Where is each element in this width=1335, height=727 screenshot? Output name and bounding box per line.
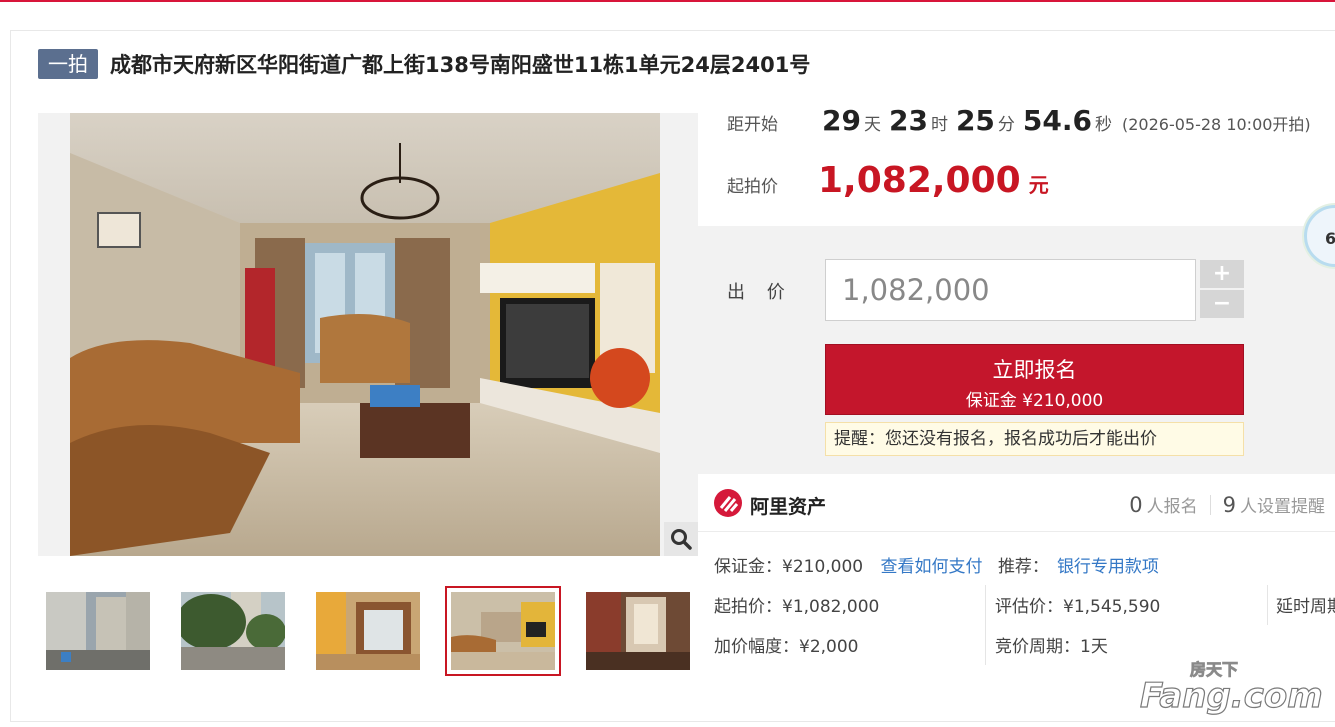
deposit-info: 保证金：¥210,000 查看如何支付 推荐： 银行专用款项	[714, 552, 1159, 577]
watermark-main-text: Fang.com	[1140, 676, 1323, 716]
thumbnail-5[interactable]	[586, 592, 690, 670]
reminder-count-label: 人设置提醒	[1240, 497, 1325, 517]
thumbnail-2[interactable]	[181, 592, 285, 670]
increase-bid-button[interactable]: +	[1200, 260, 1244, 288]
detail-increment: 加价幅度：¥2,000	[714, 637, 859, 657]
countdown-seconds-unit: 秒	[1095, 115, 1112, 135]
signup-button[interactable]: 立即报名 保证金 ¥210,000	[825, 344, 1244, 415]
bid-amount-input[interactable]: 1,082,000	[825, 259, 1196, 321]
detail-delay: 延时周期	[1276, 597, 1335, 617]
detail-start-price: 起拍价：¥1,082,000	[714, 597, 880, 617]
countdown-days: 29	[822, 104, 861, 137]
zoom-icon	[671, 529, 692, 550]
detail-divider-1	[985, 585, 986, 665]
countdown-minutes-unit: 分	[997, 115, 1015, 135]
starting-price-row: 起拍价 1,082,000 元	[727, 160, 1049, 204]
starting-price-label: 起拍价	[727, 177, 778, 197]
ali-logo-icon	[714, 489, 742, 517]
side-float-text: 6	[1325, 229, 1335, 248]
countdown-minutes: 25	[955, 104, 995, 137]
top-accent-line	[0, 0, 1335, 2]
decrease-bid-button[interactable]: −	[1200, 290, 1244, 318]
bid-box: 出 价 1,082,000 + − 立即报名 保证金 ¥210,000 提醒：您…	[698, 226, 1335, 474]
zoom-button[interactable]	[664, 522, 698, 556]
signup-count: 0	[1129, 493, 1143, 517]
thumbnail-3[interactable]	[316, 592, 420, 670]
countdown-seconds: 54.6	[1022, 104, 1092, 137]
page-title: 成都市天府新区华阳街道广都上街138号南阳盛世11栋1单元24层2401号	[110, 53, 811, 77]
countdown-row: 距开始 29 天 23 时 25 分 54.6 秒 (2026-05-28 10…	[727, 104, 1311, 140]
thumbnail-4[interactable]	[445, 586, 561, 676]
signup-count-label: 人报名	[1146, 497, 1198, 517]
starting-price-value: 1,082,000	[818, 160, 1021, 201]
main-photo[interactable]	[70, 113, 660, 556]
thumbnail-strip	[38, 586, 698, 676]
countdown-days-unit: 天	[863, 115, 881, 135]
countdown-hours: 23	[888, 104, 928, 137]
starting-price-unit: 元	[1028, 173, 1049, 197]
signup-stats: 0 人报名 9 人设置提醒	[1129, 492, 1325, 517]
countdown-label: 距开始	[727, 115, 778, 135]
signup-notice: 提醒：您还没有报名，报名成功后才能出价	[825, 422, 1244, 456]
main-image-viewer[interactable]	[38, 113, 698, 556]
bid-label: 出 价	[727, 282, 793, 303]
detail-divider-2	[1267, 585, 1268, 625]
countdown-hours-unit: 时	[930, 115, 948, 135]
deposit-text: 保证金 ¥210,000	[965, 391, 1104, 411]
provider-row: 阿里资产 0 人报名 9 人设置提醒	[698, 480, 1335, 532]
bank-payment-link[interactable]: 银行专用款项	[1057, 557, 1159, 577]
signup-button-label: 立即报名	[992, 358, 1077, 382]
title-row: 一拍 成都市天府新区华阳街道广都上街138号南阳盛世11栋1单元24层2401号	[38, 48, 810, 80]
detail-cycle: 竞价周期：1天	[995, 637, 1108, 657]
thumbnail-1[interactable]	[46, 592, 150, 670]
provider-name: 阿里资产	[750, 496, 827, 518]
start-time: (2026-05-28 10:00开拍)	[1122, 115, 1311, 134]
detail-appraisal: 评估价：¥1,545,590	[995, 597, 1161, 617]
auction-round-badge: 一拍	[38, 49, 98, 79]
how-to-pay-link[interactable]: 查看如何支付	[881, 557, 983, 577]
fang-watermark: 房天下 Fang.com	[1138, 655, 1323, 717]
reminder-count: 9	[1222, 493, 1236, 517]
deposit-amount: 保证金：¥210,000	[714, 557, 864, 577]
stats-divider	[1209, 495, 1211, 515]
recommend-label: 推荐：	[997, 557, 1049, 577]
